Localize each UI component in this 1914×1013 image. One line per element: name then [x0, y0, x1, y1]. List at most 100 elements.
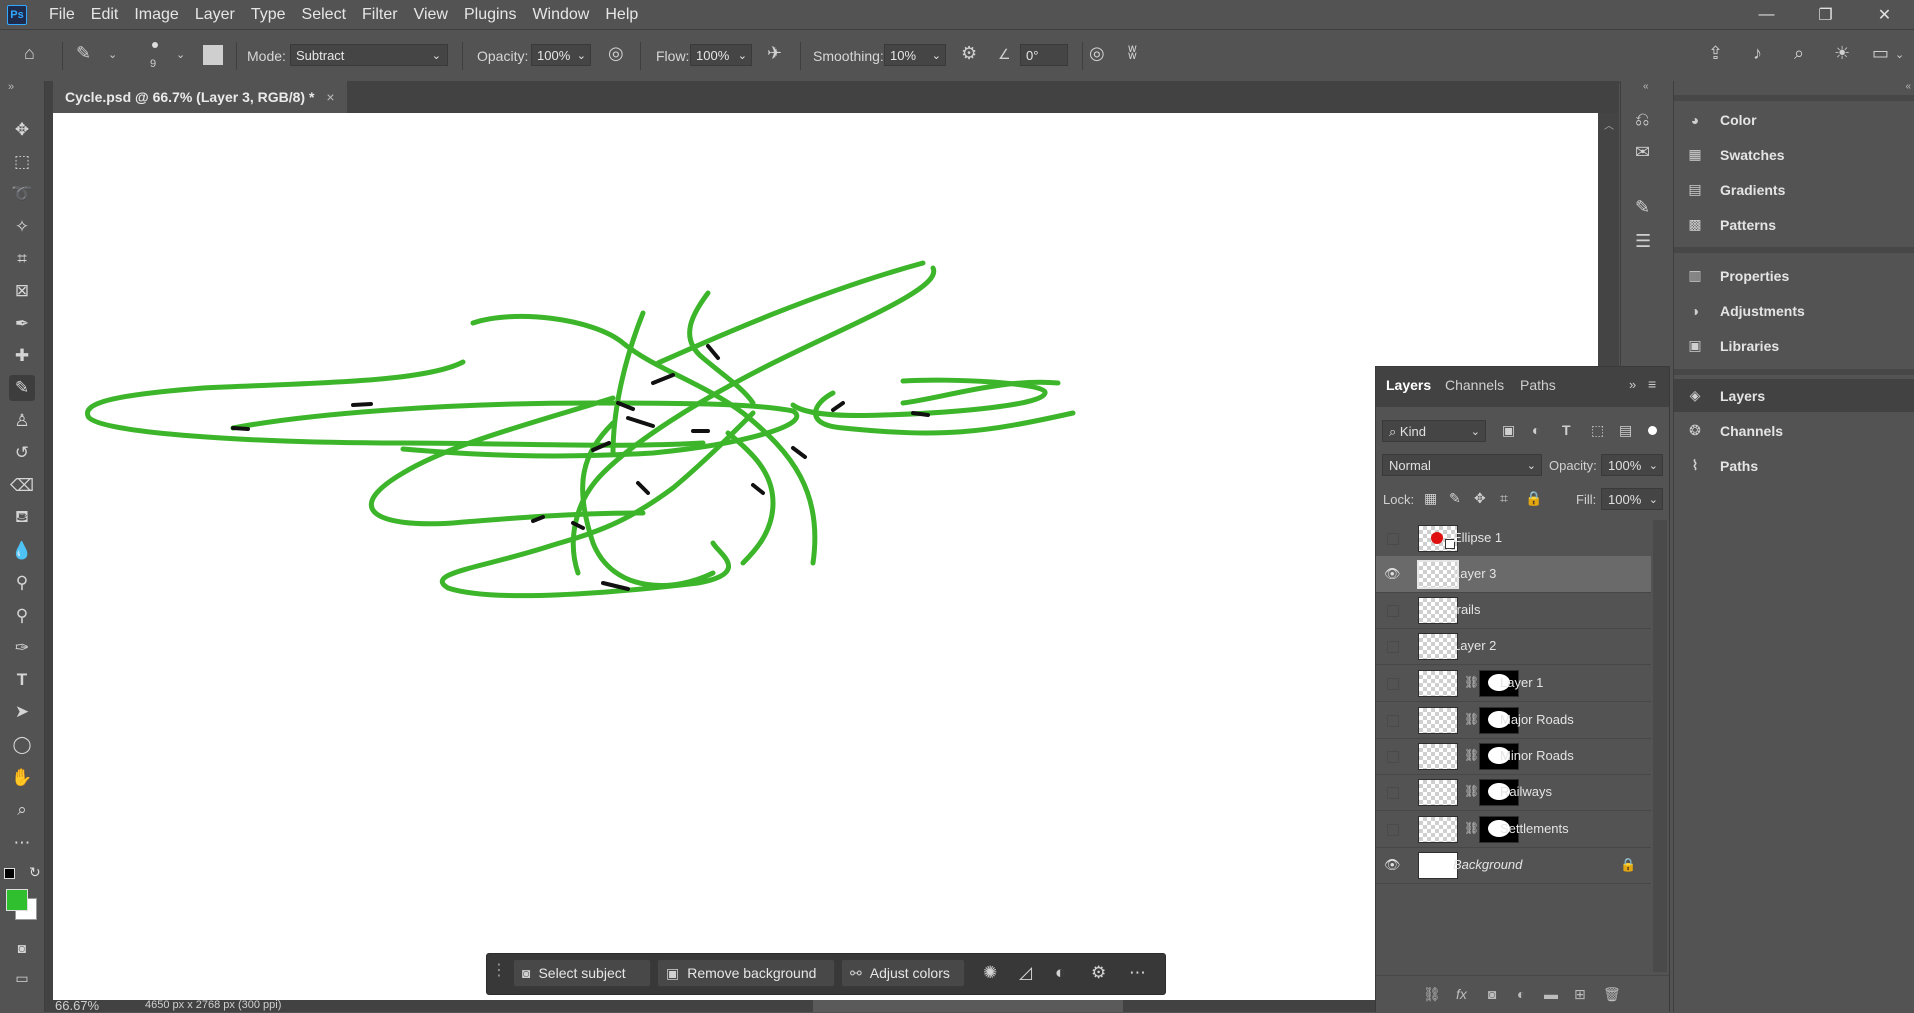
- new-layer-icon[interactable]: ⊞: [1574, 986, 1586, 1003]
- ellipse-tool-icon[interactable]: ◯: [9, 732, 35, 758]
- lock-transparent-icon[interactable]: ▦: [1424, 490, 1437, 507]
- delete-layer-icon[interactable]: 🗑: [1603, 986, 1621, 1003]
- add-mask-icon[interactable]: ◙: [1488, 986, 1496, 1002]
- swap-colors-icon[interactable]: ↻: [29, 864, 41, 881]
- menu-filter[interactable]: Filter: [354, 0, 406, 29]
- more-tools-icon[interactable]: ⋯: [9, 830, 35, 856]
- chevron-down-icon[interactable]: ⌄: [1895, 48, 1904, 61]
- tab-paths[interactable]: Paths: [1520, 377, 1556, 393]
- chevron-down-icon[interactable]: ⌄: [108, 48, 117, 61]
- generative-icon[interactable]: ✺: [983, 963, 997, 983]
- panel-menu-icon[interactable]: ≡: [1648, 376, 1656, 392]
- settings-icon[interactable]: ⚙: [1091, 963, 1106, 983]
- close-window-button[interactable]: ✕: [1855, 0, 1914, 29]
- default-colors-icon[interactable]: [4, 868, 15, 879]
- opacity-field[interactable]: 100% ⌄: [531, 44, 591, 66]
- marquee-tool-icon[interactable]: ⬚: [9, 149, 35, 175]
- expand-icon[interactable]: »: [8, 81, 14, 93]
- quick-mask-icon[interactable]: ◙: [9, 935, 35, 961]
- lock-artboard-icon[interactable]: ⌗: [1500, 490, 1508, 507]
- pressure-size-icon[interactable]: ◎: [1089, 43, 1105, 64]
- layers-scrollbar[interactable]: [1653, 520, 1667, 972]
- drag-handle-icon[interactable]: ⋮: [491, 960, 507, 980]
- paint-bucket-tool-icon[interactable]: ⛾: [9, 505, 35, 531]
- symmetry-icon[interactable]: ʬ: [1128, 43, 1137, 64]
- document-tab[interactable]: Cycle.psd @ 66.7% (Layer 3, RGB/8) * ×: [53, 81, 347, 113]
- workspace-icon[interactable]: ▭: [1872, 43, 1889, 64]
- layer-row[interactable]: trails: [1376, 592, 1651, 629]
- brush-tool-icon[interactable]: ✎: [76, 43, 91, 64]
- restore-button[interactable]: ❐: [1796, 0, 1855, 29]
- comments-icon[interactable]: ✉: [1635, 142, 1650, 163]
- more-options-icon[interactable]: ⋯: [1129, 963, 1146, 983]
- frame-tool-icon[interactable]: ⊠: [9, 278, 35, 304]
- flow-field[interactable]: 100% ⌄: [690, 44, 752, 66]
- expand-panel-icon[interactable]: »: [1629, 377, 1636, 392]
- panel-channels[interactable]: ❂ Channels: [1674, 414, 1914, 447]
- select-subject-button[interactable]: ◙ Select subject: [513, 959, 651, 987]
- new-group-icon[interactable]: ▬: [1544, 986, 1558, 1002]
- visibility-toggle[interactable]: [1387, 533, 1399, 545]
- history-brush-tool-icon[interactable]: ↺: [9, 440, 35, 466]
- panel-color[interactable]: ◕ Color: [1674, 103, 1914, 136]
- menu-view[interactable]: View: [406, 0, 456, 29]
- link-layers-icon[interactable]: ⛓: [1423, 986, 1441, 1003]
- eye-icon[interactable]: 👁: [1384, 566, 1401, 582]
- menu-type[interactable]: Type: [243, 0, 294, 29]
- mask-link-icon[interactable]: ⛓: [1464, 821, 1479, 835]
- layer-row[interactable]: ⛓ Layer 1: [1376, 665, 1651, 702]
- filter-adjustment-icon[interactable]: ◐: [1532, 422, 1540, 438]
- layer-row[interactable]: Layer 2: [1376, 628, 1651, 665]
- chevron-down-icon[interactable]: ⌄: [176, 48, 185, 61]
- remove-background-button[interactable]: ▣ Remove background: [657, 959, 835, 987]
- path-selection-tool-icon[interactable]: ➤: [9, 699, 35, 725]
- filter-smart-object-icon[interactable]: ▤: [1619, 422, 1632, 439]
- smoothing-field[interactable]: 10% ⌄: [884, 44, 946, 66]
- search-icon[interactable]: ⌕: [1794, 43, 1804, 64]
- foreground-color-swatch[interactable]: [6, 889, 28, 911]
- lock-all-icon[interactable]: 🔒: [1525, 490, 1542, 507]
- layer-row[interactable]: ⛓ Railways: [1376, 774, 1651, 811]
- bell-icon[interactable]: ♪: [1753, 43, 1762, 64]
- eraser-tool-icon[interactable]: ⌫: [9, 473, 35, 499]
- visibility-toggle[interactable]: [1387, 641, 1399, 653]
- share-icon[interactable]: ⇪: [1708, 43, 1723, 64]
- menu-select[interactable]: Select: [294, 0, 354, 29]
- zoom-tool-icon[interactable]: ⌕: [9, 797, 35, 823]
- panel-properties[interactable]: ▥ Properties: [1674, 259, 1914, 292]
- tab-layers[interactable]: Layers: [1386, 377, 1431, 393]
- panel-libraries[interactable]: ▣ Libraries: [1674, 329, 1914, 362]
- collapse-icon[interactable]: «: [1905, 81, 1911, 92]
- filter-shape-icon[interactable]: ⬚: [1591, 422, 1604, 439]
- menu-image[interactable]: Image: [126, 0, 186, 29]
- filter-toggle-icon[interactable]: [1648, 426, 1657, 435]
- scroll-up-icon[interactable]: ︿: [1604, 117, 1614, 132]
- brush-tool-icon[interactable]: ✎: [9, 375, 35, 401]
- visibility-toggle[interactable]: [1387, 751, 1399, 763]
- menu-layer[interactable]: Layer: [187, 0, 243, 29]
- discover-icon[interactable]: ☀: [1834, 43, 1850, 64]
- move-tool-icon[interactable]: ✥: [9, 117, 35, 143]
- menu-edit[interactable]: Edit: [83, 0, 127, 29]
- panel-patterns[interactable]: ▩ Patterns: [1674, 208, 1914, 241]
- transform-icon[interactable]: ◿: [1019, 963, 1032, 983]
- fill-field[interactable]: 100% ⌄: [1601, 488, 1663, 510]
- tab-channels[interactable]: Channels: [1445, 377, 1504, 393]
- home-icon[interactable]: ⌂: [24, 43, 35, 64]
- visibility-toggle[interactable]: [1387, 715, 1399, 727]
- lasso-tool-icon[interactable]: ➰: [9, 181, 35, 207]
- panel-adjustments[interactable]: ◑ Adjustments: [1674, 294, 1914, 327]
- close-tab-icon[interactable]: ×: [326, 89, 334, 105]
- new-adjustment-icon[interactable]: ◐: [1517, 986, 1525, 1002]
- mask-link-icon[interactable]: ⛓: [1464, 675, 1479, 689]
- mode-dropdown[interactable]: Subtract ⌄: [290, 44, 448, 66]
- crop-tool-icon[interactable]: ⌗: [9, 246, 35, 272]
- mask-link-icon[interactable]: ⛓: [1464, 784, 1479, 798]
- gear-icon[interactable]: ⚙: [961, 43, 977, 64]
- airbrush-icon[interactable]: ✈: [767, 43, 782, 64]
- brush-settings-icon[interactable]: [203, 45, 223, 65]
- collapse-icon[interactable]: «: [1643, 81, 1649, 92]
- stamp-tool-icon[interactable]: ♙: [9, 408, 35, 434]
- mask-link-icon[interactable]: ⛓: [1464, 748, 1479, 762]
- magic-wand-tool-icon[interactable]: ✧: [9, 214, 35, 240]
